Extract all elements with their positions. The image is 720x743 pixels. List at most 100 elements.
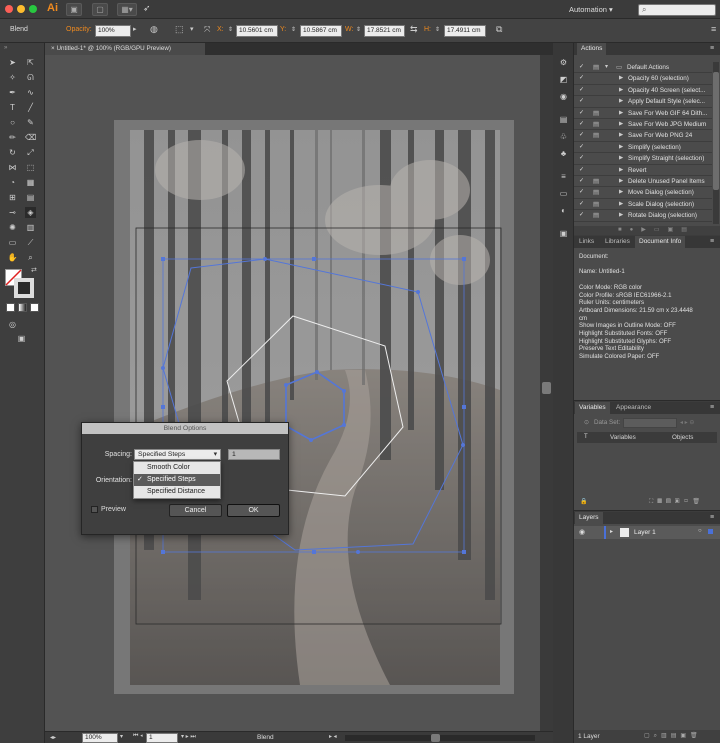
expand-action-icon[interactable]: ▶ [619, 153, 623, 164]
pencil-tool-icon[interactable]: ✏ [7, 132, 18, 143]
expand-action-icon[interactable]: ▶ [619, 176, 623, 187]
action-check-icon[interactable]: ✓ [579, 110, 586, 117]
image-trace-icon[interactable]: ◩ [558, 74, 569, 85]
tab-document-info[interactable]: Document Info [635, 236, 686, 248]
col-objects[interactable]: Objects [672, 434, 693, 441]
gradient-panel-icon[interactable]: ▭ [558, 188, 569, 199]
search-input[interactable]: ⌕ [638, 4, 716, 16]
x-field[interactable]: 10.5601 cm [236, 25, 278, 37]
symbol-sprayer-tool-icon[interactable]: ✺ [7, 222, 18, 233]
opacity-field[interactable]: 100% [95, 25, 131, 37]
action-controls-icons[interactable]: ■●▶▭▣▤ [618, 226, 695, 233]
layer-target-icon[interactable]: ○ [698, 528, 702, 534]
actions-scroll-thumb[interactable] [713, 72, 719, 190]
hand-tool-icon[interactable]: ✋ [7, 252, 18, 263]
action-row[interactable]: ✓ ▶ Opacity 40 Screen (select... [574, 85, 712, 97]
spacing-option[interactable]: Specified Distance [134, 486, 220, 498]
action-set-check-icon[interactable]: ✓ [579, 64, 586, 71]
scale-tool-icon[interactable]: ⤢ [25, 147, 36, 158]
close-window-button[interactable] [5, 5, 13, 13]
dialog-toggle-icon[interactable]: ▤ [593, 187, 599, 198]
ok-button[interactable]: OK [227, 504, 280, 517]
action-row[interactable]: ✓ ▤ ▶ Rotate Dialog (selection) [574, 210, 712, 222]
document-tab[interactable]: × Untitled-1* @ 100% (RGB/GPU Preview) [45, 43, 205, 55]
workspace-switcher[interactable]: Automation ▾ [569, 5, 613, 14]
expand-action-icon[interactable]: ▶ [619, 96, 623, 107]
capture-data-set-icon[interactable]: ⊙ [584, 419, 589, 426]
isolate-group-icon[interactable]: ⧉ [496, 24, 502, 35]
ellipse-tool-icon[interactable]: ○ [7, 117, 18, 128]
eyedropper-tool-icon[interactable]: ⊸ [7, 207, 18, 218]
action-row[interactable]: ✓ ▤ ▶ Delete Unused Panel Items [574, 176, 712, 188]
action-check-icon[interactable]: ✓ [579, 98, 586, 105]
tab-actions[interactable]: Actions [577, 43, 607, 55]
zoom-tool-icon[interactable]: ⌕ [25, 252, 36, 263]
vertical-scroll-thumb[interactable] [542, 382, 551, 394]
screen-mode-icon[interactable]: ▣ [16, 333, 27, 344]
constrain-proportions-icon[interactable]: ⇆ [410, 24, 418, 35]
column-graph-tool-icon[interactable]: ▥ [25, 222, 36, 233]
visibility-eye-icon[interactable]: ◉ [579, 528, 585, 536]
cancel-button[interactable]: Cancel [169, 504, 222, 517]
collapse-toolbar-icon[interactable]: » [4, 45, 7, 51]
stroke-panel-icon[interactable]: ≡ [558, 171, 569, 182]
zoom-field[interactable]: 100% [82, 733, 118, 743]
action-check-icon[interactable]: ✓ [579, 75, 586, 82]
artwork-overlay[interactable] [45, 55, 540, 731]
width-tool-icon[interactable]: ⋈ [7, 162, 18, 173]
tab-variables[interactable]: Variables [575, 402, 610, 414]
h-stepper-icon[interactable]: ⇕ [435, 26, 440, 33]
brushes-icon[interactable]: ♣ [558, 148, 569, 159]
preview-checkbox[interactable] [91, 506, 98, 513]
opacity-arrow-icon[interactable]: ▸ [133, 25, 137, 33]
gpu-performance-icon[interactable]: ➶ [143, 3, 151, 14]
perspective-grid-tool-icon[interactable]: ▦ [25, 177, 36, 188]
action-check-icon[interactable]: ✓ [579, 189, 586, 196]
artboard-number-field[interactable]: 1 [146, 733, 178, 743]
spacing-option[interactable]: ✓ Specified Steps [134, 474, 220, 486]
close-tab-icon[interactable]: × [51, 45, 55, 52]
opacity-label[interactable]: Opacity: [66, 26, 92, 33]
inner-hexagon-path[interactable] [285, 371, 345, 441]
transparency-icon[interactable]: ◐ [558, 205, 569, 216]
expand-action-icon[interactable]: ▶ [619, 119, 623, 130]
mesh-tool-icon[interactable]: ⊞ [7, 192, 18, 203]
action-row[interactable]: ✓ ▶ Revert [574, 165, 712, 176]
dialog-toggle-icon[interactable]: ▤ [593, 176, 599, 187]
action-check-icon[interactable]: ✓ [579, 121, 586, 128]
stock-icon[interactable]: ▢ [92, 3, 108, 16]
dialog-toggle-icon[interactable]: ▤ [593, 199, 599, 210]
steps-input[interactable]: 1 [228, 449, 280, 460]
dialog-toggle-icon[interactable]: ▤ [593, 108, 599, 119]
layer-name[interactable]: Layer 1 [634, 529, 656, 536]
action-row[interactable]: ✓ ▶ Simplify (selection) [574, 142, 712, 154]
data-set-nav-icons[interactable]: ◂ ▸ ⊖ [680, 419, 694, 426]
expand-action-icon[interactable]: ▶ [619, 130, 623, 141]
expand-action-icon[interactable]: ▶ [619, 187, 623, 198]
paintbrush-tool-icon[interactable]: ✎ [25, 117, 36, 128]
variables-menu-icon[interactable]: ≡ [710, 404, 714, 411]
col-variables[interactable]: Variables [610, 434, 636, 441]
tab-layers[interactable]: Layers [575, 512, 603, 524]
tab-appearance[interactable]: Appearance [612, 402, 655, 414]
none-mode-icon[interactable] [30, 303, 39, 312]
arrange-documents-icon[interactable]: ▦▾ [117, 3, 137, 16]
graphic-styles-icon[interactable]: ▤ [558, 114, 569, 125]
action-check-icon[interactable]: ✓ [579, 178, 586, 185]
action-check-icon[interactable]: ✓ [579, 212, 586, 219]
tab-libraries[interactable]: Libraries [601, 236, 634, 248]
action-check-icon[interactable]: ✓ [579, 87, 586, 94]
y-field[interactable]: 10.5867 cm [300, 25, 342, 37]
stroke-swatch[interactable] [14, 278, 34, 298]
action-row[interactable]: ✓ ▤ ▶ Save For Web PNG 24 [574, 130, 712, 142]
action-check-icon[interactable]: ✓ [579, 132, 586, 139]
actions-scrollbar[interactable] [713, 62, 719, 224]
type-tool-icon[interactable]: T [7, 102, 18, 113]
expand-action-icon[interactable]: ▶ [619, 142, 623, 153]
layers-action-icons[interactable]: ▢⌕▥▤▣🗑 [644, 732, 702, 740]
direct-selection-tool-icon[interactable]: ⇱ [25, 57, 36, 68]
transform-icon[interactable]: ⤧ [204, 25, 210, 35]
slice-tool-icon[interactable]: ⟋ [25, 237, 36, 248]
symbols-icon[interactable]: ♧ [558, 131, 569, 142]
action-row[interactable]: ✓ ▶ Opacity 60 (selection) [574, 73, 712, 85]
